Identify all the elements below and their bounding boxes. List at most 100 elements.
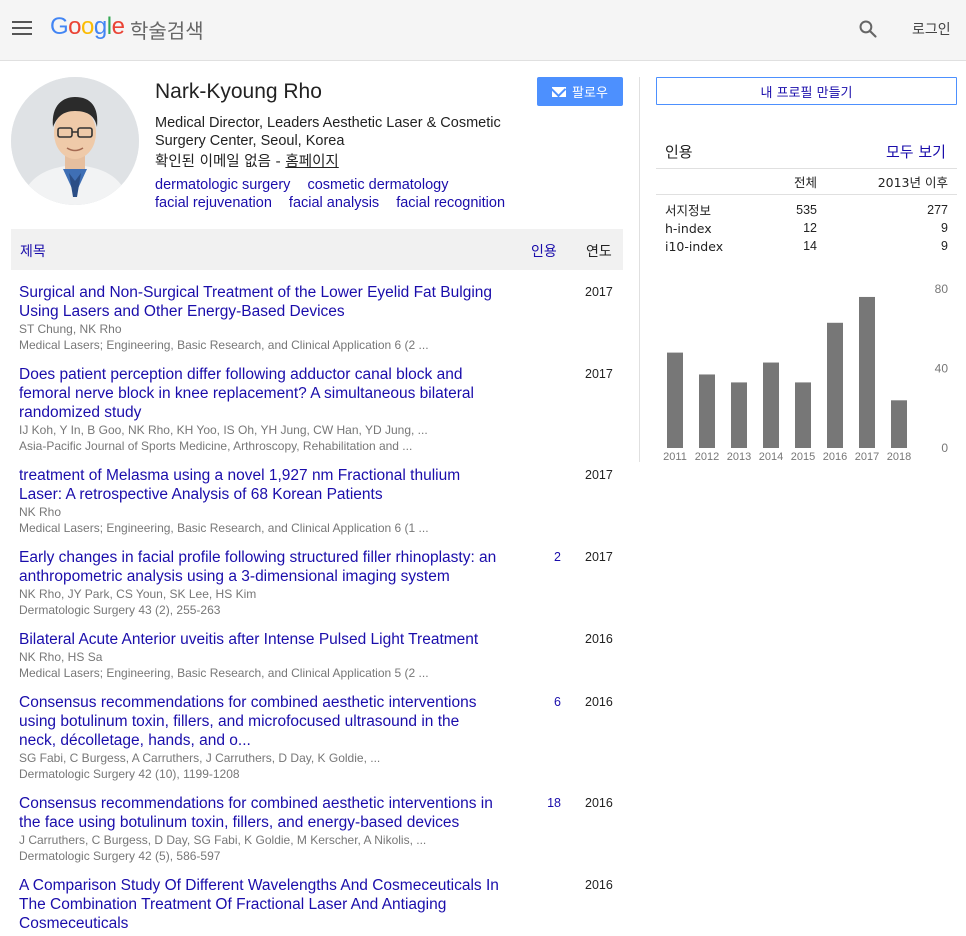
profile-name: Nark-Kyoung Rho: [155, 80, 322, 103]
article-venue: Medical Lasers; Engineering, Basic Resea…: [19, 338, 429, 352]
article-year: 2016: [585, 695, 613, 709]
table-row: Consensus recommendations for combined a…: [19, 794, 623, 876]
chart-bar[interactable]: [667, 352, 683, 448]
logo-letter: o: [68, 13, 82, 40]
profile-photo: [11, 77, 139, 205]
article-title-link[interactable]: A Comparison Study Of Different Waveleng…: [19, 876, 499, 933]
stats-all: 12: [803, 221, 817, 235]
stats-all: 535: [796, 202, 817, 217]
article-authors: NK Rho: [19, 505, 62, 519]
article-title-link[interactable]: Surgical and Non-Surgical Treatment of t…: [19, 283, 499, 321]
interest-link[interactable]: cosmetic dermatology: [307, 177, 448, 193]
view-all-link[interactable]: 모두 보기: [886, 141, 946, 162]
article-year: 2017: [585, 367, 613, 381]
chart-bar[interactable]: [699, 374, 715, 448]
article-venue: Dermatologic Surgery 42 (10), 1199-1208: [19, 767, 240, 781]
stats-label[interactable]: 서지정보: [656, 195, 751, 220]
email-status: 확인된 이메일 없음 - 홈페이지: [155, 150, 339, 171]
chart-bar[interactable]: [731, 382, 747, 448]
article-cited-count[interactable]: 18: [529, 796, 561, 810]
interest-link[interactable]: facial analysis: [289, 195, 379, 211]
logo-letter: e: [111, 13, 125, 40]
table-row: Bilateral Acute Anterior uveitis after I…: [19, 630, 623, 693]
article-title-link[interactable]: Consensus recommendations for combined a…: [19, 693, 499, 750]
stats-label[interactable]: h-index: [656, 219, 751, 237]
stats-row: i10-index 14 9: [656, 237, 957, 255]
article-cited-count[interactable]: 2: [529, 550, 561, 564]
article-title-link[interactable]: Consensus recommendations for combined a…: [19, 794, 499, 832]
table-row: A Comparison Study Of Different Waveleng…: [19, 876, 623, 936]
stats-col-all: 전체: [751, 168, 817, 195]
follow-label: 팔로우: [572, 86, 608, 101]
article-venue: Asia-Pacific Journal of Sports Medicine,…: [19, 439, 413, 453]
table-row: treatment of Melasma using a novel 1,927…: [19, 466, 623, 548]
follow-button[interactable]: 팔로우: [537, 77, 623, 106]
create-my-profile-button[interactable]: 내 프로필 만들기: [656, 77, 957, 105]
chart-bar[interactable]: [827, 322, 843, 448]
article-year: 2017: [585, 468, 613, 482]
chart-x-tick-label: 2017: [855, 451, 879, 463]
login-link[interactable]: 로그인: [912, 19, 951, 39]
article-title-link[interactable]: treatment of Melasma using a novel 1,927…: [19, 466, 499, 504]
article-venue: Medical Lasers; Engineering, Basic Resea…: [19, 666, 429, 680]
article-authors: NK Rho, HS Sa: [19, 650, 103, 664]
article-title-link[interactable]: Early changes in facial profile followin…: [19, 548, 499, 586]
interest-link[interactable]: facial recognition: [396, 195, 505, 211]
menu-icon[interactable]: [12, 18, 34, 38]
articles-table-header: 제목 인용 연도: [11, 229, 623, 270]
interest-link[interactable]: facial rejuvenation: [155, 195, 272, 211]
logo-letter: G: [50, 13, 69, 40]
articles-list: Surgical and Non-Surgical Treatment of t…: [19, 283, 623, 936]
homepage-link[interactable]: 홈페이지: [285, 154, 338, 170]
article-venue: Medical Lasers; Engineering, Basic Resea…: [19, 521, 429, 535]
article-venue: Dermatologic Surgery 43 (2), 255-263: [19, 603, 221, 617]
citation-stats-table: 전체 2013년 이후 서지정보 535 277 h-index 12 9 i1…: [656, 168, 957, 255]
scholar-wordmark[interactable]: 학술검색: [130, 15, 204, 44]
chart-x-tick-label: 2011: [663, 451, 687, 463]
article-authors: SG Fabi, C Burgess, A Carruthers, J Carr…: [19, 751, 381, 765]
article-year: 2017: [585, 550, 613, 564]
article-year: 2016: [585, 878, 613, 892]
chart-x-tick-label: 2016: [823, 451, 847, 463]
sort-by-title[interactable]: 제목: [20, 241, 46, 261]
stats-row: h-index 12 9: [656, 219, 957, 237]
chart-bar[interactable]: [891, 400, 907, 448]
logo-letter: o: [81, 13, 94, 40]
google-logo[interactable]: Google: [50, 13, 125, 41]
chart-bar[interactable]: [859, 296, 875, 448]
search-icon[interactable]: [858, 19, 878, 39]
chart-bar[interactable]: [763, 362, 779, 448]
article-title-link[interactable]: Bilateral Acute Anterior uveitis after I…: [19, 630, 499, 649]
stats-row: 서지정보 535 277: [656, 195, 957, 220]
chart-x-tick-label: 2015: [791, 451, 815, 463]
article-year: 2016: [585, 632, 613, 646]
article-year: 2017: [585, 285, 613, 299]
table-row: Does patient perception differ following…: [19, 365, 623, 466]
stats-since: 277: [927, 202, 948, 217]
cited-by-heading: 인용: [665, 143, 693, 161]
article-authors: NK Rho, JY Park, CS Youn, SK Lee, HS Kim: [19, 587, 257, 601]
stats-label[interactable]: i10-index: [656, 237, 751, 255]
chart-y-tick-label: 0: [941, 441, 948, 455]
logo-letter: g: [93, 13, 107, 40]
chart-y-tick-label: 40: [935, 362, 949, 376]
chart-x-tick-label: 2014: [759, 451, 783, 463]
article-title-link[interactable]: Does patient perception differ following…: [19, 365, 499, 422]
email-status-text: 확인된 이메일 없음 -: [155, 154, 286, 170]
article-year: 2016: [585, 796, 613, 810]
article-venue: Dermatologic Surgery 42 (5), 586-597: [19, 849, 221, 863]
stats-col-since: 2013년 이후: [817, 168, 957, 195]
sort-by-year[interactable]: 연도: [586, 241, 612, 261]
chart-y-tick-label: 80: [935, 282, 949, 296]
table-row: Consensus recommendations for combined a…: [19, 693, 623, 794]
top-bar: Google 학술검색 로그인: [0, 0, 966, 61]
article-cited-count[interactable]: 6: [529, 695, 561, 709]
chart-x-tick-label: 2013: [727, 451, 751, 463]
interest-link[interactable]: dermatologic surgery: [155, 177, 290, 193]
chart-bar[interactable]: [795, 382, 811, 448]
sort-by-citations[interactable]: 인용: [531, 241, 557, 261]
stats-header-row: 전체 2013년 이후: [656, 168, 957, 195]
mail-icon: [552, 86, 567, 97]
article-authors: IJ Koh, Y In, B Goo, NK Rho, KH Yoo, IS …: [19, 423, 428, 437]
stats-since: 9: [941, 239, 948, 253]
